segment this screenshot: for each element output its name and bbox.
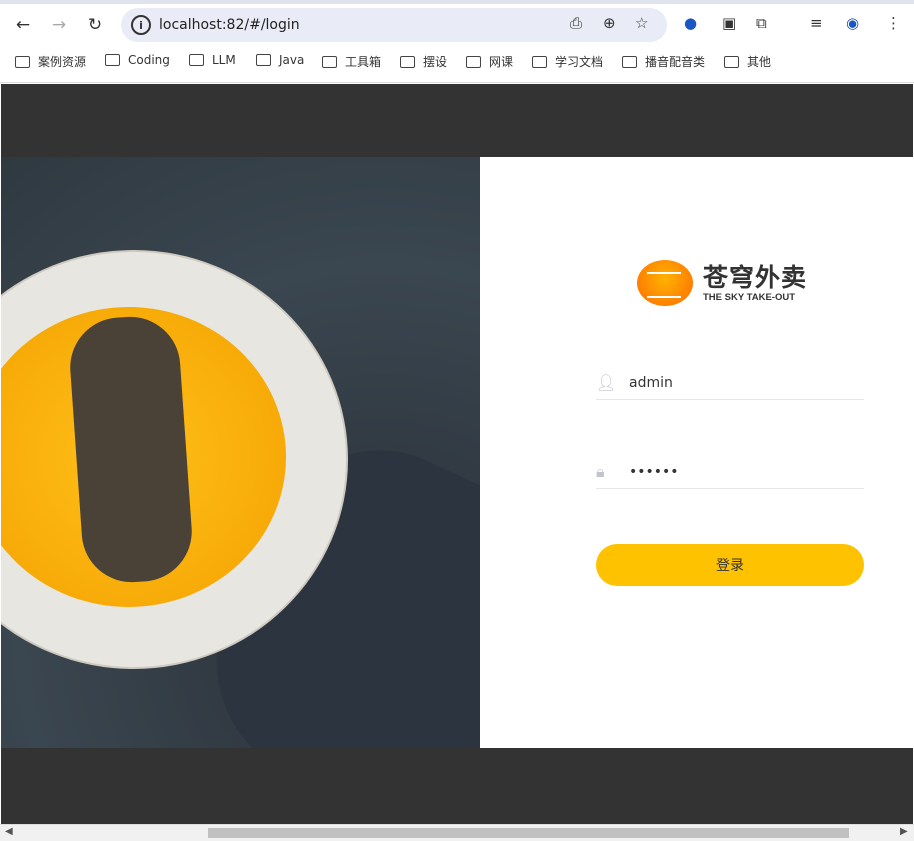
bookmark[interactable]: 工具箱 — [322, 53, 381, 70]
browser-chrome: ← → ↻ i localhost:82/#/login ⎙ ⊕ ☆ ● ▣ ⧉… — [0, 0, 914, 83]
bookmark[interactable]: 摆设 — [400, 53, 447, 70]
profile-icon[interactable]: ◉ — [846, 14, 859, 32]
folder-icon — [532, 55, 547, 68]
folder-icon — [322, 55, 337, 68]
scrollbar-thumb[interactable] — [208, 828, 849, 838]
folder-icon — [400, 55, 415, 68]
login-panel: 苍穹外卖 THE SKY TAKE-OUT 👤︎ 🔒︎ 登录 — [480, 157, 913, 748]
folder-icon — [724, 55, 739, 68]
horizontal-scrollbar[interactable]: ◀ ▶ — [0, 824, 914, 841]
url-text[interactable]: localhost:82/#/login — [159, 17, 300, 33]
scroll-left-icon[interactable]: ◀ — [5, 826, 13, 837]
logo: 苍穹外卖 THE SKY TAKE-OUT — [637, 260, 807, 306]
bookmark[interactable]: 学习文档 — [532, 53, 603, 70]
folder-icon — [189, 54, 204, 66]
username-input[interactable] — [629, 374, 849, 391]
password-field[interactable]: 🔒︎ — [596, 455, 864, 489]
menu-icon[interactable]: ⋮ — [886, 14, 901, 32]
bookmark[interactable]: 其他 — [724, 53, 771, 70]
install-icon[interactable]: ⎙ — [570, 14, 582, 32]
bookmark[interactable]: Coding — [105, 53, 170, 67]
forward-icon[interactable]: → — [46, 12, 72, 38]
zoom-icon[interactable]: ⊕ — [603, 14, 616, 32]
bookmark[interactable]: Java — [256, 53, 304, 67]
user-icon: 👤︎ — [596, 373, 617, 392]
folder-icon — [622, 55, 637, 68]
login-button[interactable]: 登录 — [596, 544, 864, 586]
folder-icon — [105, 54, 120, 66]
scroll-right-icon[interactable]: ▶ — [900, 826, 908, 837]
folder-icon — [466, 55, 481, 68]
username-field[interactable]: 👤︎ — [596, 366, 864, 400]
folder-icon — [15, 55, 30, 68]
star-icon[interactable]: ☆ — [635, 14, 648, 32]
bookmark[interactable]: LLM — [189, 53, 236, 67]
extension-x-icon[interactable]: ▣ — [722, 14, 736, 32]
reload-icon[interactable]: ↻ — [82, 12, 108, 38]
tab-strip — [0, 0, 914, 4]
bookmark[interactable]: 播音配音类 — [622, 53, 705, 70]
food-image — [1, 157, 480, 748]
site-info-icon[interactable]: i — [131, 15, 151, 35]
folder-icon — [256, 54, 271, 66]
extension-icon[interactable]: ● — [684, 14, 697, 32]
address-bar[interactable]: i localhost:82/#/login — [121, 8, 667, 42]
bookmark[interactable]: 案例资源 — [15, 53, 86, 70]
logo-icon — [637, 260, 693, 306]
lock-icon: 🔒︎ — [596, 461, 605, 481]
logo-subtitle: THE SKY TAKE-OUT — [703, 291, 796, 303]
extensions-icon[interactable]: ⧉ — [756, 14, 767, 32]
sea-cucumber — [66, 313, 196, 586]
password-input[interactable] — [629, 463, 849, 480]
back-icon[interactable]: ← — [10, 12, 36, 38]
logo-title: 苍穹外卖 — [703, 262, 808, 292]
media-icon[interactable]: ≡ — [810, 14, 823, 32]
bookmark[interactable]: 网课 — [466, 53, 513, 70]
